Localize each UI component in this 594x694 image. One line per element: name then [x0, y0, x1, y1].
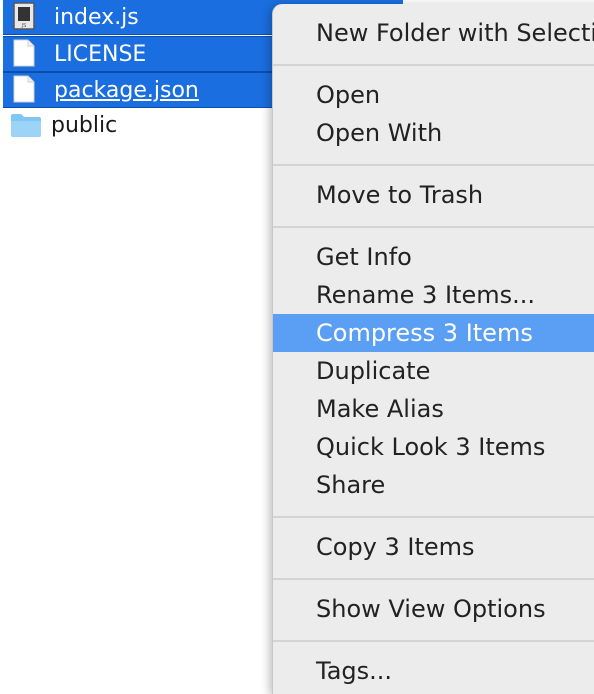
menu-item-tags[interactable]: Tags...: [273, 652, 594, 690]
file-name: public: [51, 112, 118, 138]
menu-item-new-folder-with-selection[interactable]: New Folder with Selection: [273, 14, 594, 52]
document-icon: [13, 75, 39, 105]
menu-separator: [273, 640, 594, 642]
js-file-icon: JS: [13, 2, 39, 32]
menu-separator: [273, 578, 594, 580]
menu-separator: [273, 64, 594, 66]
menu-item-open-with[interactable]: Open With: [273, 114, 594, 152]
menu-item-move-to-trash[interactable]: Move to Trash: [273, 176, 594, 214]
menu-separator: [273, 164, 594, 166]
document-icon: [13, 39, 39, 69]
menu-item-get-info[interactable]: Get Info: [273, 238, 594, 276]
menu-item-compress[interactable]: Compress 3 Items: [273, 314, 594, 352]
file-row-public[interactable]: public: [0, 108, 270, 142]
menu-item-quick-look[interactable]: Quick Look 3 Items: [273, 428, 594, 466]
file-name: index.js: [54, 4, 139, 30]
file-name: package.json: [54, 77, 199, 103]
folder-icon: [10, 110, 41, 140]
menu-item-open[interactable]: Open: [273, 76, 594, 114]
menu-separator: [273, 226, 594, 228]
menu-item-rename[interactable]: Rename 3 Items...: [273, 276, 594, 314]
context-menu: New Folder with Selection Open Open With…: [272, 4, 594, 694]
svg-text:JS: JS: [21, 23, 27, 29]
menu-item-share[interactable]: Share: [273, 466, 594, 504]
menu-item-show-view-options[interactable]: Show View Options: [273, 590, 594, 628]
menu-item-duplicate[interactable]: Duplicate: [273, 352, 594, 390]
menu-item-copy[interactable]: Copy 3 Items: [273, 528, 594, 566]
file-name: LICENSE: [54, 41, 147, 67]
menu-separator: [273, 516, 594, 518]
menu-item-make-alias[interactable]: Make Alias: [273, 390, 594, 428]
